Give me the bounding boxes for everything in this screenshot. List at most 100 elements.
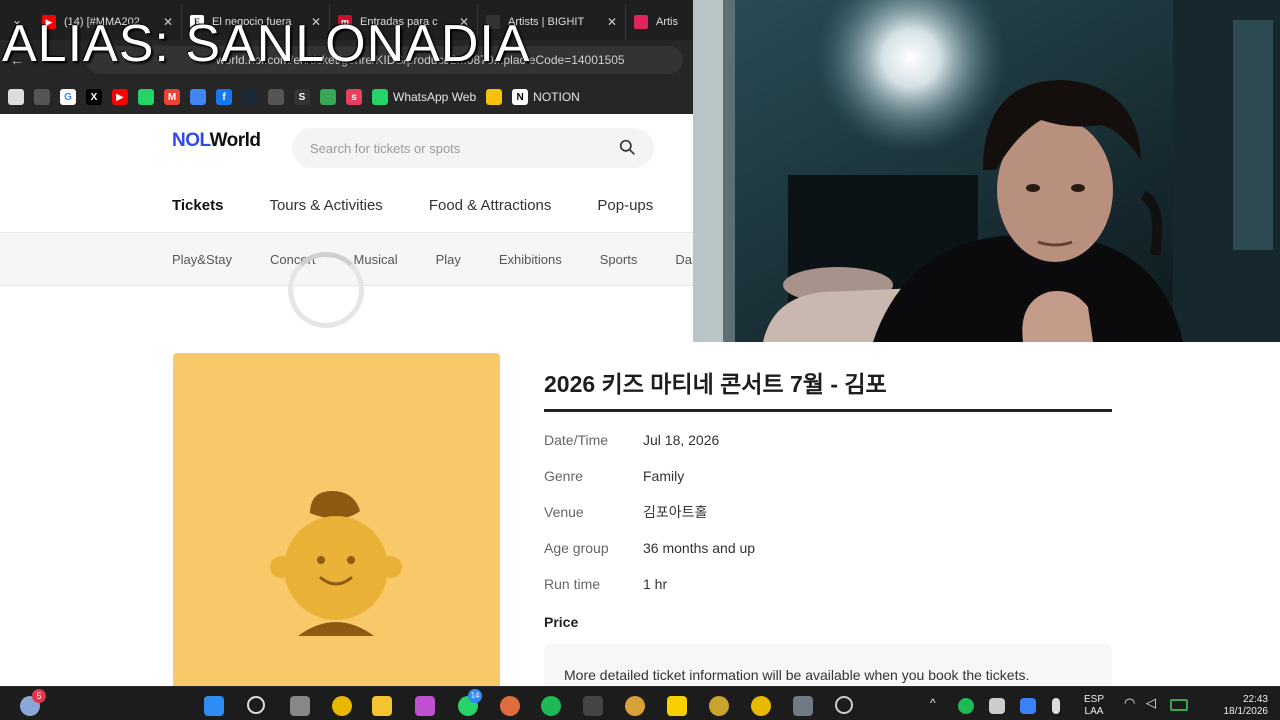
main-nav: Tickets Tours & Activities Food & Attrac… bbox=[172, 197, 699, 214]
chrome-profile-icon[interactable] bbox=[625, 696, 645, 716]
tab-title: Artis bbox=[656, 16, 678, 28]
bookmarks-bar: G X ▶ M f S s WhatsApp Web N NOTION bbox=[0, 80, 693, 114]
event-details: Date/Time Jul 18, 2026 Genre Family Venu… bbox=[544, 422, 755, 602]
language-top: ESP bbox=[1084, 694, 1105, 705]
kid-character-illustration bbox=[270, 491, 402, 636]
bookmark-label: WhatsApp Web bbox=[393, 90, 477, 104]
weather-badge: 5 bbox=[32, 689, 46, 703]
grid-icon[interactable] bbox=[34, 89, 50, 105]
search-icon[interactable] bbox=[619, 139, 636, 156]
bookmark-notion[interactable]: N NOTION bbox=[512, 89, 580, 105]
language-indicator[interactable]: ESP LAA bbox=[1084, 694, 1104, 718]
subnav-more[interactable]: Da bbox=[675, 252, 692, 267]
clock-time: 22:43 bbox=[1242, 694, 1268, 705]
subnav-sports[interactable]: Sports bbox=[600, 252, 638, 267]
price-heading: Price bbox=[544, 614, 579, 630]
sticky-notes-icon[interactable] bbox=[667, 696, 687, 716]
file-explorer-icon[interactable] bbox=[372, 696, 392, 716]
subnav-exhibitions[interactable]: Exhibitions bbox=[499, 252, 562, 267]
logo-world: World bbox=[209, 130, 261, 151]
detail-row: Venue 김포아트홀 bbox=[544, 494, 755, 530]
battery-icon[interactable] bbox=[1170, 699, 1188, 711]
chevron-up-icon[interactable]: ^ bbox=[930, 697, 936, 709]
shield-icon[interactable] bbox=[1020, 698, 1036, 714]
chrome-active-icon[interactable] bbox=[709, 696, 729, 716]
title-divider bbox=[544, 409, 1112, 412]
subnav-play[interactable]: Play bbox=[436, 252, 461, 267]
spotify-tray-icon[interactable] bbox=[958, 698, 974, 714]
whatsapp-icon[interactable] bbox=[138, 89, 154, 105]
calculator-icon[interactable] bbox=[793, 696, 813, 716]
logo-nol: NOL bbox=[172, 130, 210, 151]
event-poster bbox=[173, 353, 500, 693]
clock[interactable]: 22:43 18/1/2026 bbox=[1200, 694, 1269, 718]
wifi-icon[interactable]: ◠ bbox=[1124, 696, 1135, 709]
clock-icon[interactable] bbox=[835, 696, 853, 714]
steam-icon[interactable] bbox=[242, 89, 258, 105]
event-title: 2026 키즈 마티네 콘서트 7월 - 김포 bbox=[544, 371, 887, 397]
chrome-profile-icon[interactable] bbox=[500, 696, 520, 716]
extension-icon[interactable] bbox=[320, 89, 336, 105]
screen: ⌄ ▶ (14) [#MMA202 ✕ E El negocio fuera ✕… bbox=[0, 0, 1280, 720]
bell-icon[interactable] bbox=[486, 89, 503, 105]
detail-key: Age group bbox=[544, 540, 609, 556]
detail-value: Family bbox=[643, 468, 685, 484]
windows-taskbar: 5 14 ^ ESP LAA ◠ ◁ 22:43 18/1/2026 bbox=[0, 686, 1280, 720]
x-icon[interactable]: X bbox=[86, 89, 102, 105]
webcam-video-feed bbox=[693, 0, 1280, 342]
nav-pop-ups[interactable]: Pop-ups bbox=[597, 197, 653, 214]
nav-tickets[interactable]: Tickets bbox=[172, 197, 223, 214]
youtube-icon[interactable]: ▶ bbox=[112, 89, 128, 105]
notion-icon: N bbox=[512, 89, 529, 105]
detail-row: Run time 1 hr bbox=[544, 566, 755, 602]
detail-key: Venue bbox=[544, 504, 584, 520]
detail-value: 36 months and up bbox=[643, 540, 756, 556]
bookmark-whatsapp-web[interactable]: WhatsApp Web bbox=[372, 89, 476, 105]
s-icon[interactable]: S bbox=[294, 89, 310, 105]
detail-key: Run time bbox=[544, 576, 601, 592]
nol-world-logo[interactable]: NOLWorld bbox=[172, 130, 261, 152]
bookmark-label: NOTION bbox=[533, 90, 580, 104]
task-view-icon[interactable] bbox=[290, 696, 310, 716]
subnav-musical[interactable]: Musical bbox=[354, 252, 398, 267]
nav-food-attractions[interactable]: Food & Attractions bbox=[429, 197, 552, 214]
app-icon[interactable] bbox=[583, 696, 603, 716]
detail-row: Date/Time Jul 18, 2026 bbox=[544, 422, 755, 458]
site-header: NOLWorld Search for tickets or spots bbox=[172, 128, 654, 168]
volume-icon[interactable]: ◁ bbox=[1146, 696, 1156, 709]
whatsapp-badge: 14 bbox=[468, 689, 482, 703]
tray-app-icon[interactable] bbox=[989, 698, 1005, 714]
whatsapp-icon bbox=[372, 89, 388, 105]
microphone-icon[interactable] bbox=[1052, 698, 1060, 714]
chrome-icon[interactable] bbox=[751, 696, 771, 716]
chrome-icon[interactable] bbox=[332, 696, 352, 716]
calendar-icon[interactable] bbox=[190, 89, 206, 105]
weverse-icon bbox=[634, 15, 648, 29]
alias-overlay-text: ALIAS: SANLONADIA bbox=[2, 15, 531, 73]
webcam-overlay bbox=[693, 0, 1280, 342]
copilot-icon[interactable] bbox=[415, 696, 435, 716]
square-icon[interactable] bbox=[8, 89, 24, 105]
detail-row: Genre Family bbox=[544, 458, 755, 494]
search-input[interactable]: Search for tickets or spots bbox=[292, 128, 654, 168]
search-placeholder: Search for tickets or spots bbox=[310, 140, 461, 156]
facebook-icon[interactable]: f bbox=[216, 89, 232, 105]
spotify-icon[interactable] bbox=[541, 696, 561, 716]
loading-spinner bbox=[288, 252, 364, 328]
slk-icon[interactable]: s bbox=[346, 89, 362, 105]
detail-key: Date/Time bbox=[544, 432, 609, 448]
subnav-play-stay[interactable]: Play&Stay bbox=[172, 252, 232, 267]
windows-start-icon[interactable] bbox=[204, 696, 224, 716]
openai-icon[interactable] bbox=[268, 89, 284, 105]
close-tab-icon[interactable]: ✕ bbox=[607, 15, 617, 29]
gmail-icon[interactable]: M bbox=[164, 89, 180, 105]
detail-value: 김포아트홀 bbox=[643, 504, 708, 520]
nav-tours-activities[interactable]: Tours & Activities bbox=[269, 197, 382, 214]
search-icon[interactable] bbox=[247, 696, 265, 714]
clock-date: 18/1/2026 bbox=[1223, 706, 1269, 717]
detail-value: 1 hr bbox=[643, 576, 668, 592]
detail-value: Jul 18, 2026 bbox=[643, 432, 720, 448]
browser-tab[interactable]: Artis bbox=[626, 4, 686, 40]
detail-key: Genre bbox=[544, 468, 583, 484]
google-icon[interactable]: G bbox=[60, 89, 76, 105]
